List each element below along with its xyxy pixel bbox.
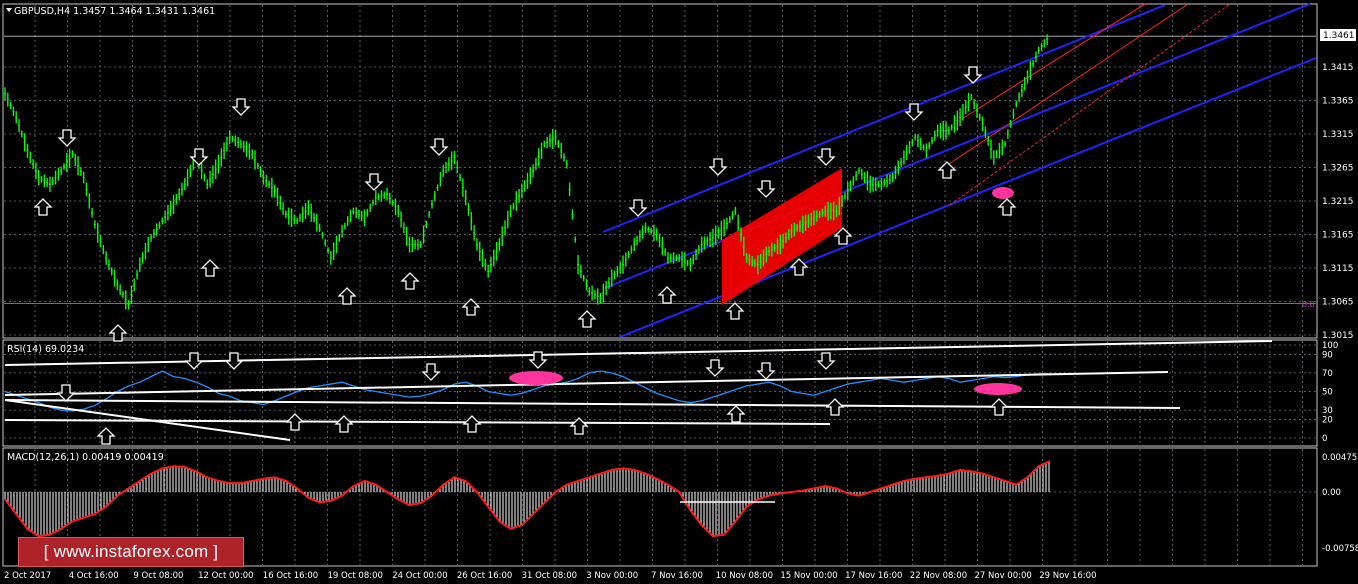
x-tick-label: 17 Nov 16:00: [845, 571, 902, 581]
x-tick-label: 15 Nov 00:00: [780, 571, 837, 581]
price-y-tick: 1.3065: [1322, 298, 1354, 308]
price-y-tick: 1.3115: [1322, 264, 1354, 274]
x-tick-label: 2 Oct 2017: [4, 571, 51, 581]
price-y-tick: 1.3365: [1322, 97, 1354, 107]
x-tick-label: 26 Oct 16:00: [457, 571, 512, 581]
x-tick-label: 4 Oct 16:00: [69, 571, 119, 581]
rsi-y-tick: 70: [1322, 369, 1333, 379]
watermark: [ www.instaforex.com ]: [18, 537, 244, 567]
price-title: GBPUSD,H4 1.3457 1.3464 1.3431 1.3461: [14, 6, 215, 17]
x-tick-label: 12 Oct 00:00: [198, 571, 253, 581]
price-y-tick: 1.3165: [1322, 231, 1354, 241]
x-tick-label: 24 Oct 00:00: [392, 571, 447, 581]
x-tick-label: 3 Nov 00:00: [586, 571, 638, 581]
y-axis-labels: 1.3415 1.3365 1.3315 1.3265 1.3215 1.3165 1.31…: [1322, 63, 1358, 554]
pink-marker-rsi-1: [509, 371, 563, 385]
x-tick-label: 29 Nov 16:00: [1039, 571, 1096, 581]
pink-marker-price: [992, 187, 1014, 199]
x-tick-label: 27 Nov 00:00: [975, 571, 1032, 581]
x-tick-label: 10 Nov 08:00: [716, 571, 773, 581]
price-y-tick: 1.3265: [1322, 164, 1354, 174]
chart-canvas: 1.3415 1.3365 1.3315 1.3265 1.3215 1.3165 1.31…: [2, 3, 1358, 581]
pink-marker-rsi-2: [974, 383, 1022, 395]
x-tick-label: 16 Oct 16:00: [263, 571, 318, 581]
x-axis-labels: 2 Oct 2017 4 Oct 16:00 9 Oct 08:00 12 Oct 0…: [4, 571, 1097, 581]
macd-y-tick: 0.00475: [1322, 453, 1357, 463]
price-y-tick: 1.3015: [1322, 331, 1354, 341]
macd-y-tick: 0.00: [1322, 488, 1341, 498]
price-y-tick: 1.3215: [1322, 197, 1354, 207]
rsi-y-tick: 90: [1322, 350, 1333, 360]
rsi-y-tick: 50: [1322, 388, 1333, 398]
x-tick-label: 7 Nov 16:00: [651, 571, 703, 581]
x-tick-label: 22 Nov 08:00: [910, 571, 967, 581]
price-panel: [2, 3, 1318, 339]
rsi-panel: [2, 339, 1318, 447]
rsi-y-tick: 20: [1322, 415, 1333, 425]
x-tick-label: 31 Oct 08:00: [522, 571, 577, 581]
price-y-tick: 1.3415: [1322, 63, 1354, 73]
last-price-label: 1.3461: [1323, 31, 1355, 41]
macd-title: MACD(12,26,1) 0.00419 0.00419: [7, 452, 164, 463]
rsi-y-tick: 0: [1322, 434, 1327, 444]
x-tick-label: 9 Oct 08:00: [133, 571, 183, 581]
macd-y-tick: -0.00758: [1322, 544, 1358, 554]
x-tick-label: 19 Oct 08:00: [328, 571, 383, 581]
price-y-tick: 1.3315: [1322, 130, 1354, 140]
level-label: 0.0: [1302, 300, 1315, 309]
rsi-title: RSI(14) 69.0234: [7, 344, 84, 355]
